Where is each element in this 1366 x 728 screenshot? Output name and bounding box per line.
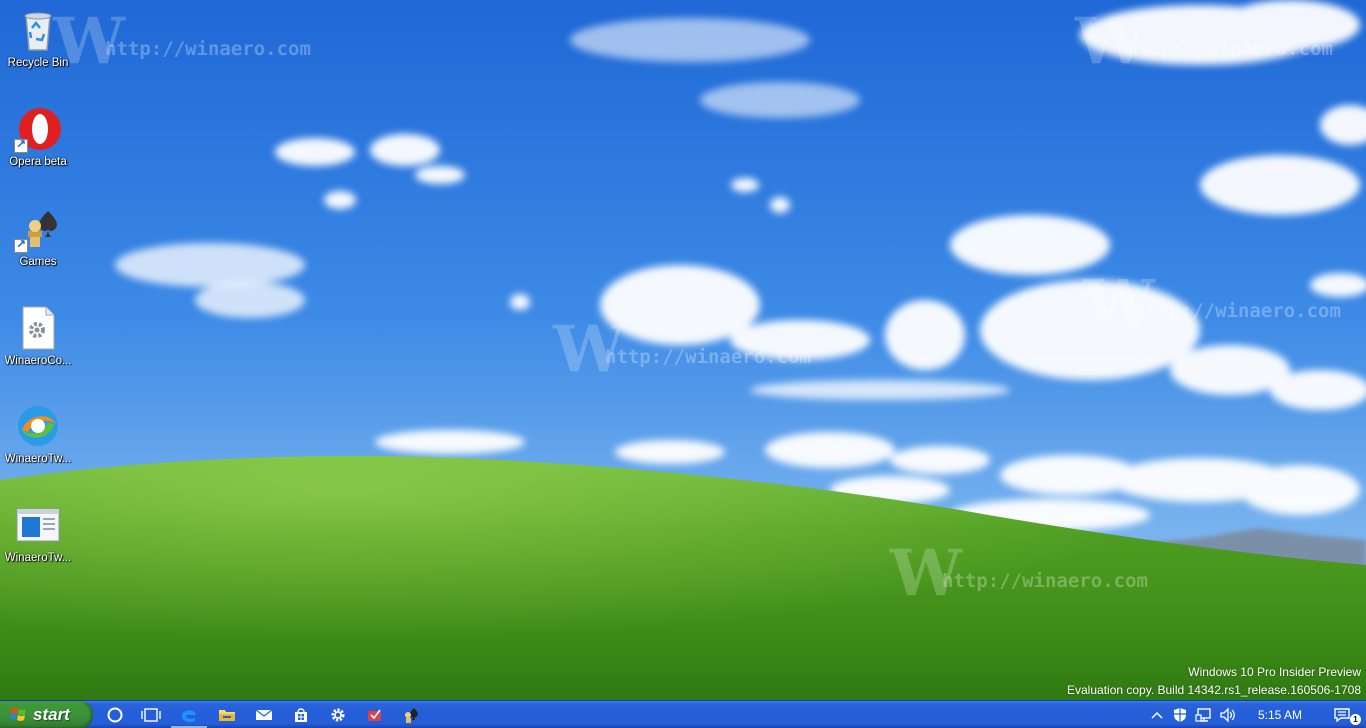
store-icon xyxy=(295,707,307,722)
window-icon xyxy=(14,501,62,549)
opera-icon xyxy=(14,105,62,153)
app-button[interactable] xyxy=(357,701,393,728)
recycle-bin-icon xyxy=(14,6,62,54)
app-icon xyxy=(368,709,381,721)
shortcut-arrow-icon xyxy=(14,137,28,153)
cortana-button[interactable] xyxy=(97,701,133,728)
defender-tray-button[interactable] xyxy=(1168,701,1192,728)
settings-gear-icon xyxy=(331,708,345,721)
games-taskbar-button[interactable] xyxy=(393,701,429,728)
desktop-wallpaper xyxy=(0,0,1366,700)
games-icon xyxy=(14,205,62,253)
volume-icon xyxy=(1220,706,1235,723)
edge-button[interactable] xyxy=(171,701,207,728)
desktop-icon-opera-beta[interactable]: Opera beta xyxy=(0,105,76,169)
games-icon xyxy=(405,707,418,723)
evaluation-watermark-line2: Evaluation copy. Build 14342.rs1_release… xyxy=(1067,683,1361,697)
chevron-up-icon xyxy=(1151,711,1163,719)
shortcut-arrow-icon xyxy=(14,237,28,253)
network-tray-button[interactable] xyxy=(1192,701,1216,728)
gear-file-icon xyxy=(14,304,62,352)
task-view-icon xyxy=(141,707,161,722)
file-explorer-icon xyxy=(219,709,235,721)
edge-icon xyxy=(182,709,196,722)
taskbar: start 5:15 AM 1 xyxy=(0,700,1366,728)
shield-icon xyxy=(1174,707,1186,722)
desktop-icon-recycle-bin[interactable]: Recycle Bin xyxy=(0,6,76,70)
action-center-button[interactable]: 1 xyxy=(1322,701,1362,728)
notification-icon xyxy=(1334,707,1350,722)
volume-tray-button[interactable] xyxy=(1216,701,1240,728)
file-explorer-button[interactable] xyxy=(209,701,245,728)
store-button[interactable] xyxy=(283,701,319,728)
start-button[interactable]: start xyxy=(0,701,93,728)
mail-button[interactable] xyxy=(246,701,282,728)
mail-icon xyxy=(255,709,273,720)
cortana-icon xyxy=(107,707,123,722)
windows-flag-icon xyxy=(10,707,26,721)
desktop-icon-winaero-tweaker[interactable]: WinaeroTw... xyxy=(0,402,76,466)
show-hidden-icons-button[interactable] xyxy=(1146,701,1168,728)
task-view-button[interactable] xyxy=(133,701,169,728)
settings-button[interactable] xyxy=(320,701,356,728)
desktop-icon-games[interactable]: Games xyxy=(0,205,76,269)
winaero-tweaker-icon xyxy=(14,402,62,450)
desktop-icon-winaero-tweaker-2[interactable]: WinaeroTw... xyxy=(0,501,76,565)
clock[interactable]: 5:15 AM xyxy=(1244,701,1316,728)
network-icon xyxy=(1195,707,1211,722)
notification-count-badge: 1 xyxy=(1350,714,1361,725)
system-tray: 5:15 AM 1 xyxy=(1146,701,1366,728)
start-label: start xyxy=(33,704,70,724)
desktop-icon-winaero-config[interactable]: WinaeroCo... xyxy=(0,304,76,368)
evaluation-watermark-line1: Windows 10 Pro Insider Preview xyxy=(1188,665,1361,679)
